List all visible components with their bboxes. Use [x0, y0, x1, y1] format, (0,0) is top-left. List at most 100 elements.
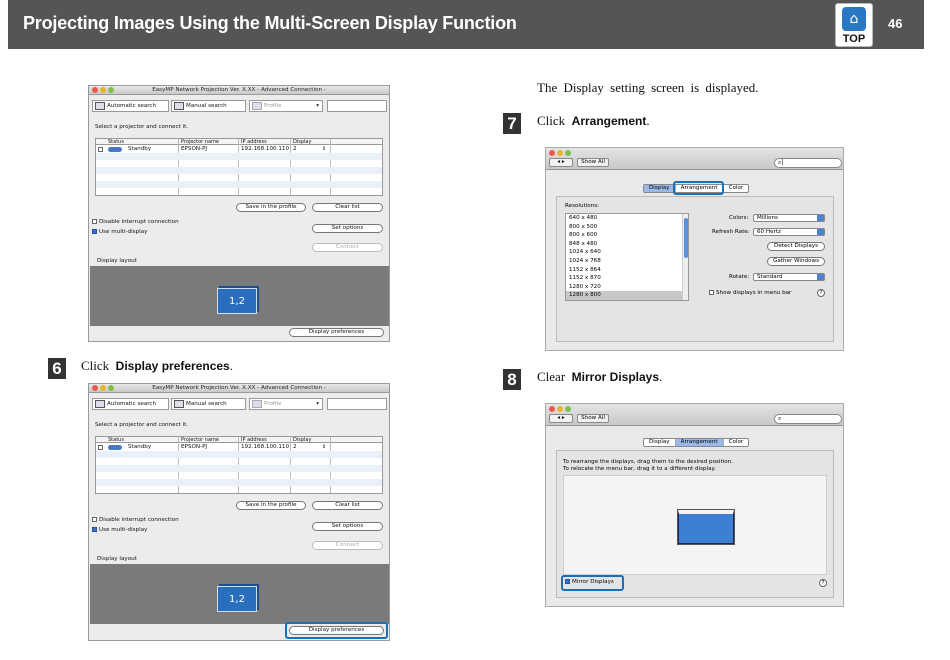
prefs-tabs[interactable]: Display Arrangement Color: [643, 438, 750, 447]
automatic-search-button[interactable]: Automatic search: [92, 398, 169, 410]
list-item[interactable]: 1280 x 720: [566, 283, 688, 292]
back-arrow-icon[interactable]: ◂: [557, 415, 560, 421]
stepper-icon[interactable]: ⇕: [322, 444, 326, 450]
display-icon[interactable]: 1,2: [217, 288, 257, 314]
colors-select[interactable]: Millions: [753, 214, 825, 222]
disable-interrupt-checkbox[interactable]: [92, 517, 97, 522]
manual-search-button[interactable]: Manual search: [171, 100, 246, 112]
profile-path-field[interactable]: [327, 100, 387, 112]
refresh-rate-label: Refresh Rate:: [712, 229, 750, 235]
close-icon[interactable]: [92, 385, 98, 391]
tab-color[interactable]: Color: [724, 185, 749, 192]
list-item[interactable]: 800 x 600: [566, 231, 688, 240]
automatic-search-button[interactable]: Automatic search: [92, 100, 169, 112]
close-icon[interactable]: [549, 150, 555, 156]
row-display-value[interactable]: 2: [293, 146, 297, 152]
detect-displays-button[interactable]: Detect Displays: [767, 242, 825, 251]
help-icon[interactable]: ?: [819, 579, 827, 587]
minimize-icon[interactable]: [557, 406, 563, 412]
display-layout-area[interactable]: 1,2: [90, 266, 389, 326]
display-icon[interactable]: 1,2: [217, 586, 257, 612]
resolutions-label: Resolutions:: [565, 203, 600, 209]
disable-interrupt-option[interactable]: Disable interrupt connection: [92, 219, 179, 225]
column-status: Status: [108, 139, 124, 145]
search-input[interactable]: ⌕|: [774, 158, 842, 168]
disable-interrupt-option[interactable]: Disable interrupt connection: [92, 517, 179, 523]
list-item[interactable]: 1152 x 870: [566, 274, 688, 283]
arrange-instructions-2: To relocate the menu bar, drag it to a d…: [563, 466, 716, 472]
list-item[interactable]: 1280 x 800: [566, 291, 688, 300]
tab-display[interactable]: Display: [644, 439, 676, 446]
set-options-button[interactable]: Set options: [312, 522, 383, 531]
highlight-arrangement-tab: [673, 181, 724, 195]
back-forward-buttons[interactable]: ◂ ▸: [549, 414, 573, 423]
disable-interrupt-checkbox[interactable]: [92, 219, 97, 224]
use-multi-display-checkbox[interactable]: [92, 527, 97, 532]
top-button[interactable]: ⌂ TOP: [835, 3, 873, 47]
resolutions-list[interactable]: 640 x 480 800 x 500 800 x 600 848 x 480 …: [565, 213, 689, 301]
row-ip-address: 192.168.100.110: [241, 444, 290, 450]
use-multi-display-option[interactable]: Use multi-display: [92, 229, 147, 235]
forward-arrow-icon[interactable]: ▸: [562, 415, 565, 421]
rotate-select[interactable]: Standard: [753, 273, 825, 281]
list-item[interactable]: 848 x 480: [566, 240, 688, 249]
show-menu-bar-checkbox[interactable]: [709, 290, 714, 295]
projector-list[interactable]: Status Projector name IP address Display…: [95, 436, 383, 494]
row-checkbox[interactable]: [98, 147, 103, 152]
refresh-rate-select[interactable]: 60 Hertz: [753, 228, 825, 236]
close-icon[interactable]: [92, 87, 98, 93]
search-input[interactable]: ⌕: [774, 414, 842, 424]
zoom-icon[interactable]: [565, 150, 571, 156]
zoom-icon[interactable]: [108, 87, 114, 93]
back-arrow-icon[interactable]: ◂: [557, 159, 560, 165]
stepper-icon[interactable]: ⇕: [322, 146, 326, 152]
set-options-button[interactable]: Set options: [312, 224, 383, 233]
save-in-profile-button[interactable]: Save in the profile: [236, 501, 306, 510]
clear-list-button[interactable]: Clear list: [312, 203, 383, 212]
display-thumbnail[interactable]: [677, 509, 735, 545]
close-icon[interactable]: [549, 406, 555, 412]
row-display-value[interactable]: 2: [293, 444, 297, 450]
profile-path-field[interactable]: [327, 398, 387, 410]
display-tab-panel: Resolutions: 640 x 480 800 x 500 800 x 6…: [556, 196, 834, 342]
forward-arrow-icon[interactable]: ▸: [562, 159, 565, 165]
use-multi-display-label: Use multi-display: [99, 527, 148, 533]
connect-button[interactable]: Connect: [312, 541, 383, 550]
use-multi-display-checkbox[interactable]: [92, 229, 97, 234]
list-item[interactable]: 1024 x 768: [566, 257, 688, 266]
list-item[interactable]: 1152 x 864: [566, 266, 688, 275]
manual-search-button[interactable]: Manual search: [171, 398, 246, 410]
list-item[interactable]: 640 x 480: [566, 214, 688, 223]
back-forward-buttons[interactable]: ◂ ▸: [549, 158, 573, 167]
zoom-icon[interactable]: [108, 385, 114, 391]
save-in-profile-button[interactable]: Save in the profile: [236, 203, 306, 212]
tab-color[interactable]: Color: [724, 439, 749, 446]
minimize-icon[interactable]: [557, 150, 563, 156]
display-preferences-button[interactable]: Display preferences: [289, 328, 384, 337]
profile-dropdown[interactable]: Profile ▾: [249, 398, 323, 410]
minimize-icon[interactable]: [100, 87, 106, 93]
show-menu-bar-option[interactable]: Show displays in menu bar: [709, 290, 791, 296]
zoom-icon[interactable]: [565, 406, 571, 412]
minimize-icon[interactable]: [100, 385, 106, 391]
gather-windows-button[interactable]: Gather Windows: [767, 257, 825, 266]
row-checkbox[interactable]: [98, 445, 103, 450]
use-multi-display-option[interactable]: Use multi-display: [92, 527, 147, 533]
connect-button[interactable]: Connect: [312, 243, 383, 252]
table-row[interactable]: Standby EPSON-PJ 192.168.100.110 2 ⇕: [96, 146, 382, 153]
scrollbar[interactable]: [682, 214, 688, 300]
table-row[interactable]: Standby EPSON-PJ 192.168.100.110 2 ⇕: [96, 444, 382, 451]
profile-dropdown[interactable]: Profile ▾: [249, 100, 323, 112]
show-all-button[interactable]: Show All: [577, 158, 609, 167]
show-all-button[interactable]: Show All: [577, 414, 609, 423]
scrollbar-thumb[interactable]: [684, 218, 688, 258]
tab-display[interactable]: Display: [644, 185, 676, 192]
list-item[interactable]: 800 x 500: [566, 223, 688, 232]
tab-arrangement[interactable]: Arrangement: [675, 439, 724, 446]
projector-list[interactable]: Status Projector name IP address Display…: [95, 138, 383, 196]
help-icon[interactable]: ?: [817, 289, 825, 297]
list-item[interactable]: 1024 x 640: [566, 248, 688, 257]
arrangement-area[interactable]: [563, 475, 827, 575]
display-layout-area[interactable]: 1,2: [90, 564, 389, 624]
clear-list-button[interactable]: Clear list: [312, 501, 383, 510]
